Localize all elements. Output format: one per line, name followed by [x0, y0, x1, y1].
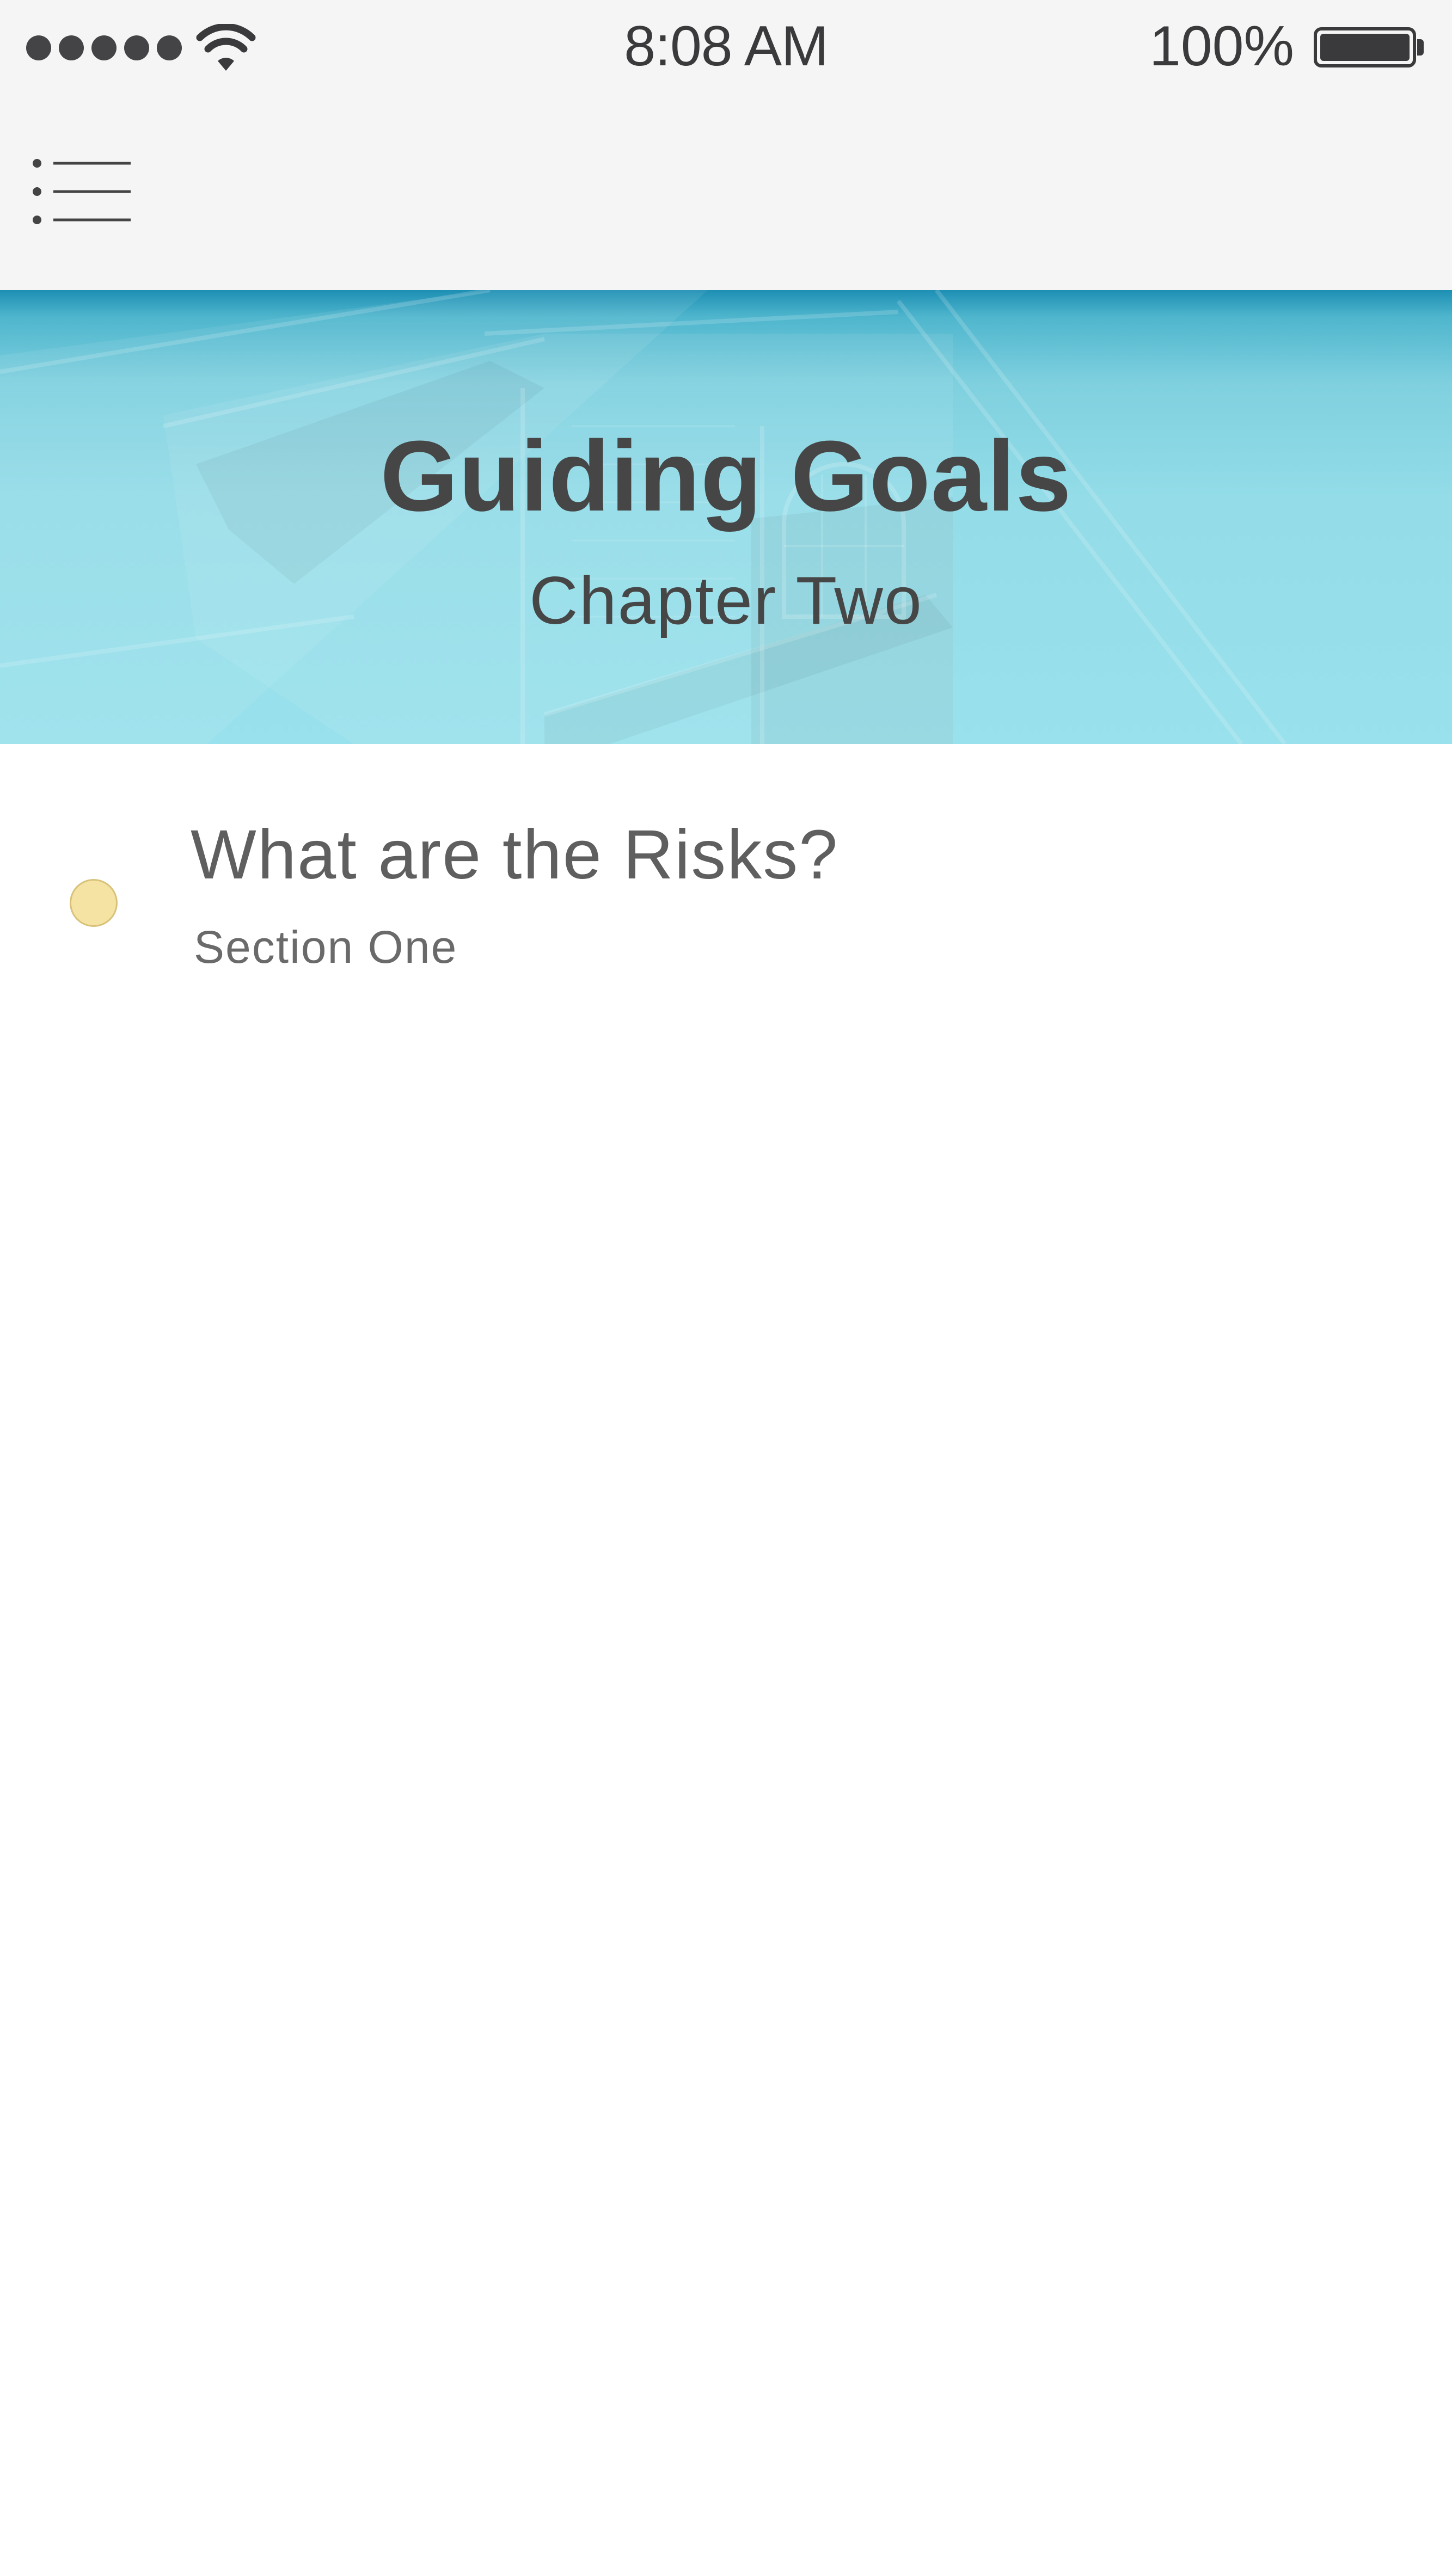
battery-nub	[1417, 39, 1424, 56]
section-title: What are the Risks?	[191, 816, 839, 894]
chapter-subtitle: Chapter Two	[529, 563, 923, 638]
battery-icon	[1314, 27, 1416, 67]
chapter-header: Guiding Goals Chapter Two	[0, 290, 1452, 744]
progress-status-dot	[70, 879, 118, 927]
chapter-title: Guiding Goals	[380, 420, 1072, 532]
battery-percent: 100%	[1149, 15, 1294, 78]
navigation-bar	[0, 95, 1452, 290]
list-item[interactable]: What are the Risks? Section One	[0, 744, 1452, 989]
menu-list-icon[interactable]	[27, 152, 142, 239]
section-subtitle: Section One	[194, 921, 458, 973]
status-bar: 8:08 AM 100%	[0, 0, 1452, 95]
